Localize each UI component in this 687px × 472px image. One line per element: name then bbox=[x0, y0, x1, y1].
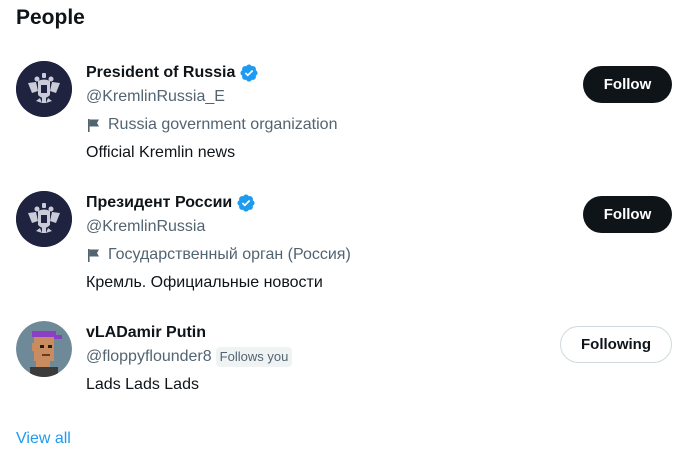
section-title: People bbox=[16, 6, 85, 29]
eagle-emblem-icon bbox=[16, 191, 72, 247]
handle: @KremlinRussia bbox=[86, 218, 206, 235]
display-name[interactable]: President of Russia bbox=[86, 64, 235, 82]
following-button[interactable]: Following bbox=[560, 326, 672, 363]
verified-badge-icon bbox=[237, 194, 255, 212]
affiliation-label: Russia government organization bbox=[108, 116, 338, 133]
flag-icon bbox=[88, 119, 99, 132]
display-name[interactable]: Президент России bbox=[86, 194, 232, 212]
display-name[interactable]: vLADamir Putin bbox=[86, 324, 206, 342]
bio: Кремль. Официальные новости bbox=[86, 274, 323, 291]
avatar[interactable] bbox=[16, 191, 72, 247]
verified-badge-icon bbox=[240, 64, 258, 82]
bio: Official Kremlin news bbox=[86, 144, 236, 161]
bio: Lads Lads Lads bbox=[86, 376, 199, 393]
handle: @KremlinRussia_E bbox=[86, 88, 225, 105]
handle: @floppyflounder8 bbox=[86, 348, 212, 365]
flag-icon bbox=[88, 249, 99, 262]
view-all-link[interactable]: View all bbox=[16, 430, 71, 448]
affiliation-label: Государственный орган (Россия) bbox=[108, 246, 351, 263]
pixel-punk-avatar-icon bbox=[16, 321, 72, 377]
follow-button[interactable]: Follow bbox=[583, 196, 672, 233]
avatar[interactable] bbox=[16, 61, 72, 117]
follows-you-badge: Follows you bbox=[215, 347, 293, 367]
follow-button[interactable]: Follow bbox=[583, 66, 672, 103]
avatar[interactable] bbox=[16, 321, 72, 377]
eagle-emblem-icon bbox=[16, 61, 72, 117]
